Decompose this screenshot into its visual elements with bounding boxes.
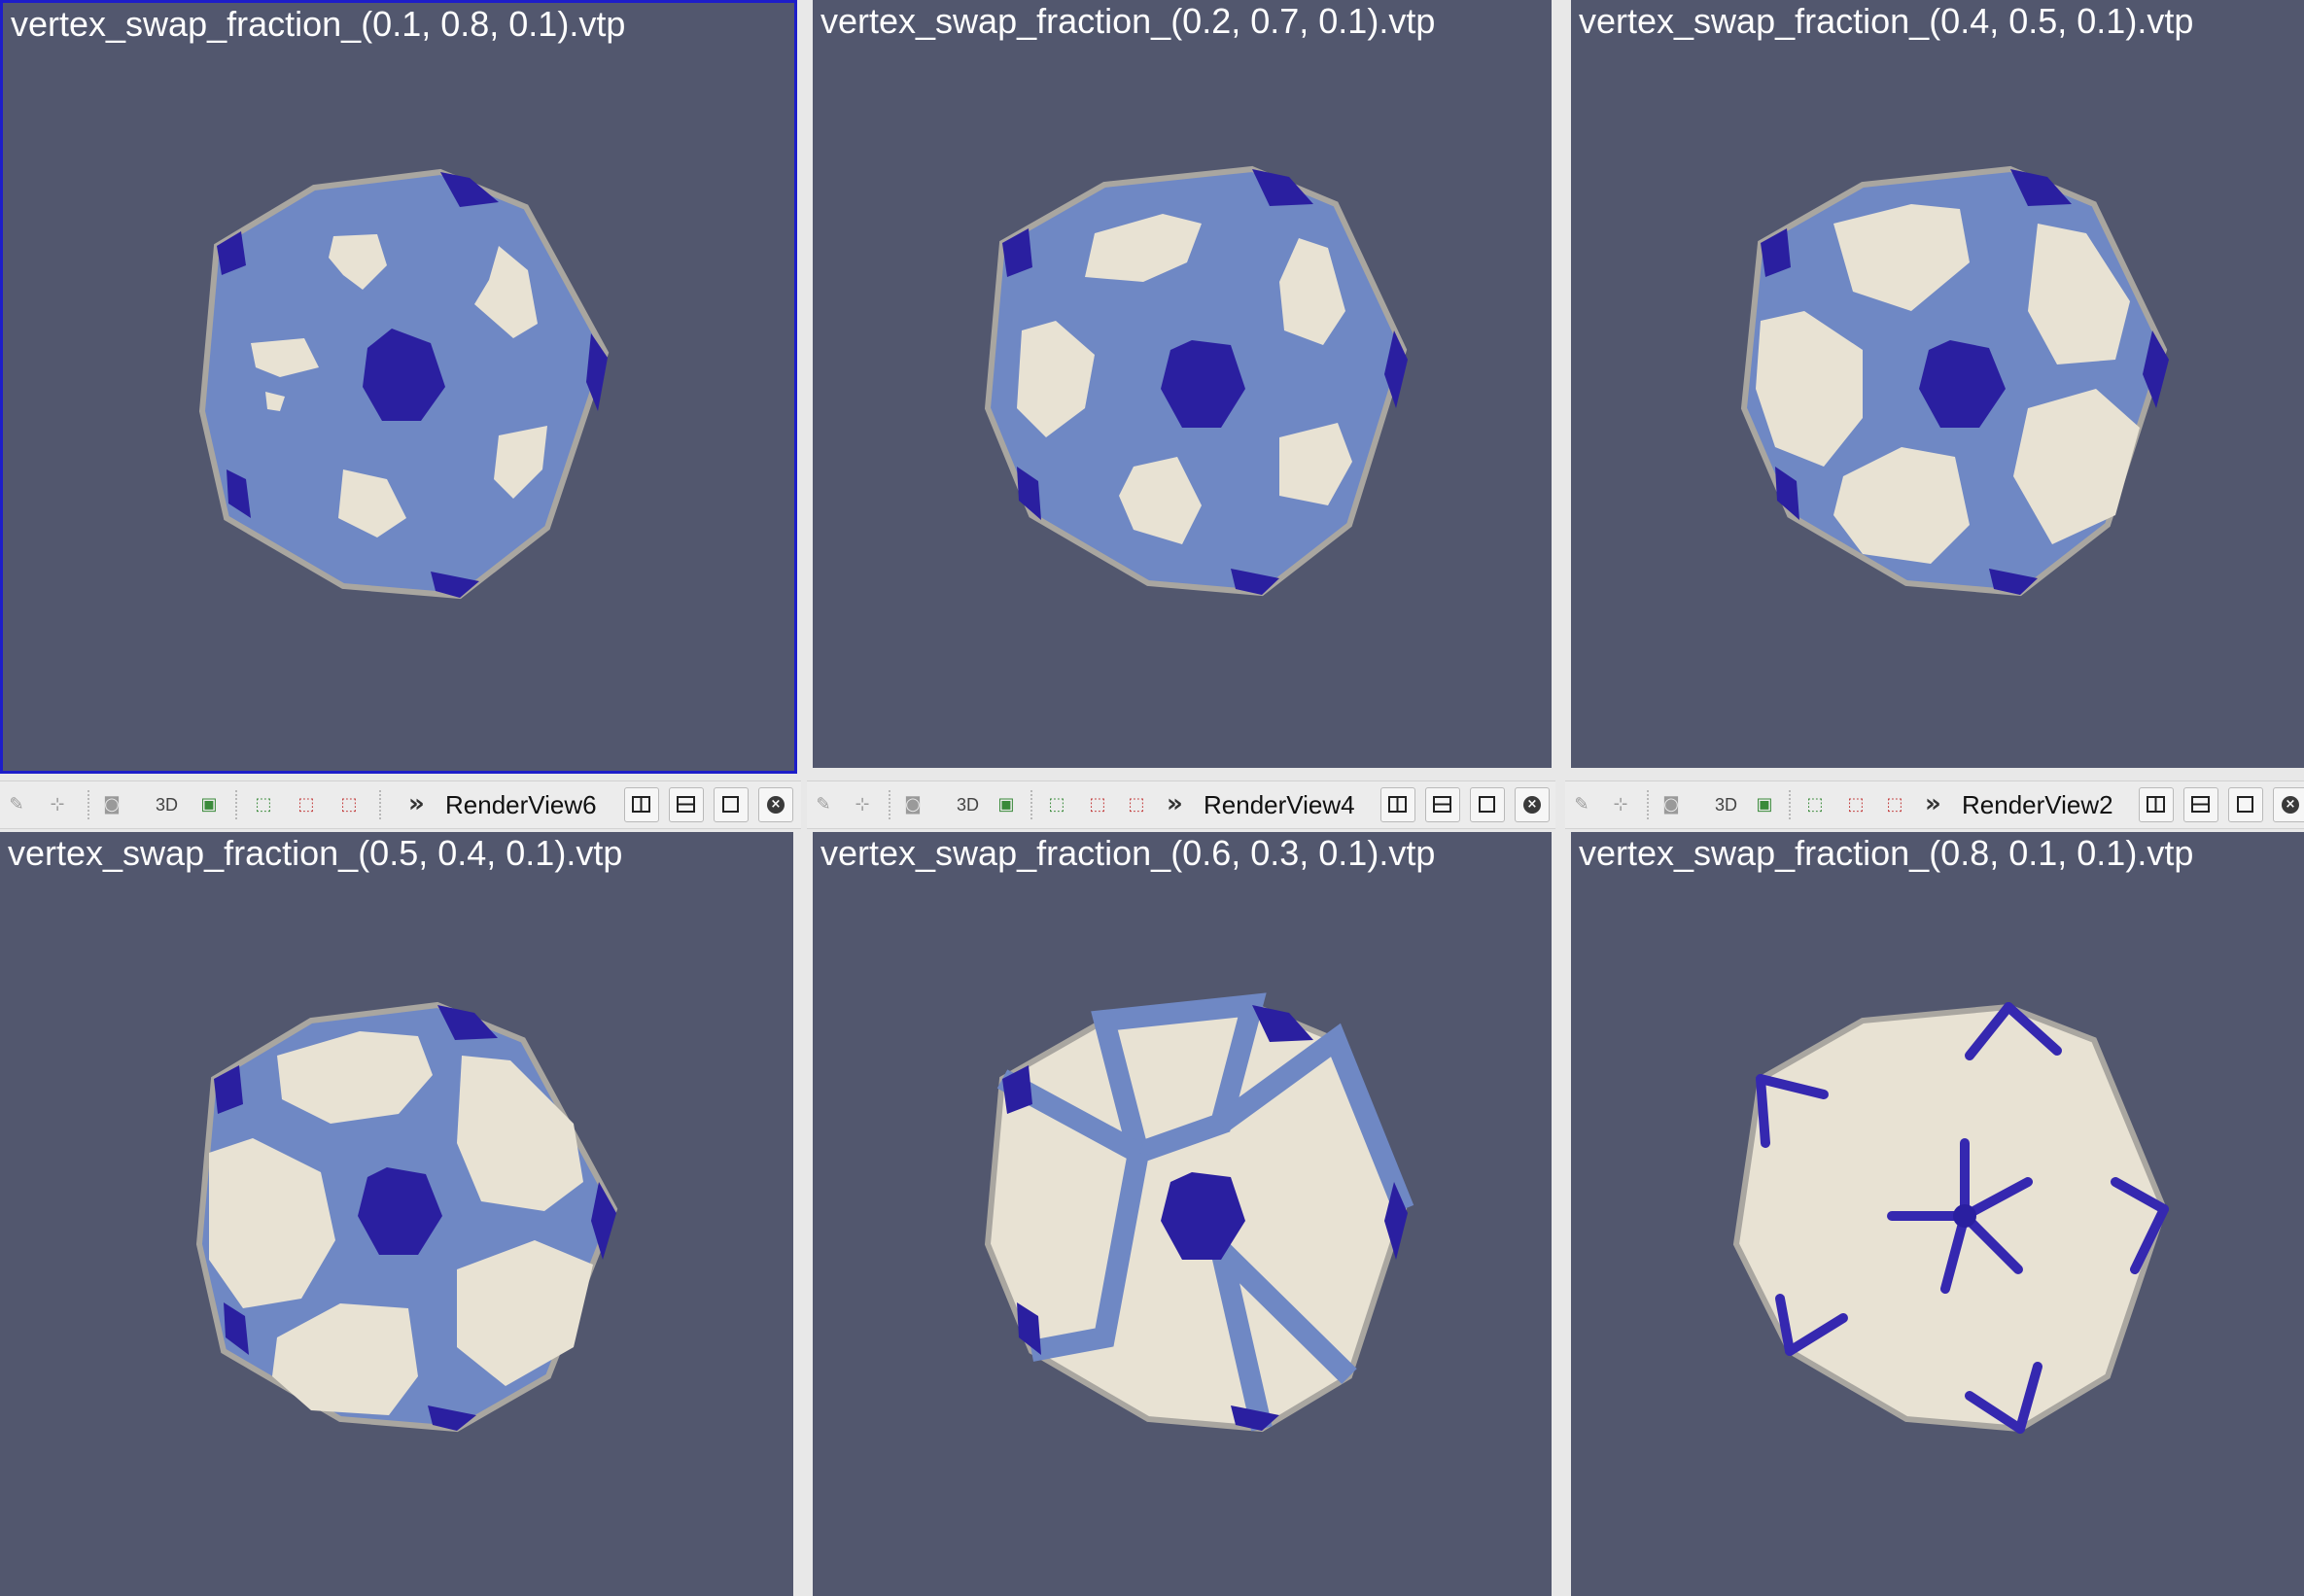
render-view-1[interactable]: vertex_swap_fraction_(0.1, 0.8, 0.1).vtp xyxy=(0,0,797,774)
view-title: vertex_swap_fraction_(0.6, 0.3, 0.1).vtp xyxy=(820,833,1436,873)
interact-icon[interactable]: ✎ xyxy=(811,792,836,817)
select-cells-icon[interactable]: ⬚ xyxy=(1802,792,1828,817)
overflow-chevron-icon[interactable]: » xyxy=(1167,789,1183,818)
select-points-icon[interactable]: ⬚ xyxy=(294,792,319,817)
view-title: vertex_swap_fraction_(0.1, 0.8, 0.1).vtp xyxy=(11,4,626,44)
interact-select-icon[interactable]: ⊹ xyxy=(45,792,70,817)
select-block-icon[interactable]: ⬚ xyxy=(1124,792,1149,817)
toolbar-separator xyxy=(235,790,237,819)
toolbar-separator xyxy=(379,790,381,819)
maximize-icon xyxy=(2237,796,2253,813)
close-view-button[interactable]: × xyxy=(758,787,793,822)
interact-icon[interactable]: ✎ xyxy=(1569,792,1594,817)
select-block-icon[interactable]: ⬚ xyxy=(1882,792,1907,817)
split-vertical-icon xyxy=(1433,796,1451,813)
toolbar-separator xyxy=(1030,790,1032,819)
render-view-toolbar-2: ✎ ⊹ ◙ 3D ▣ ⬚ ⬚ ⬚ » RenderView4 × xyxy=(807,781,1555,829)
toolbar-separator xyxy=(1647,790,1649,819)
render-view-3[interactable]: vertex_swap_fraction_(0.4, 0.5, 0.1).vtp xyxy=(1571,0,2304,768)
split-horizontal-button[interactable] xyxy=(1380,787,1415,822)
split-vertical-button[interactable] xyxy=(669,787,704,822)
sphere-render-6 xyxy=(1732,1002,2169,1434)
close-view-button[interactable]: × xyxy=(1515,787,1550,822)
screenshot-icon[interactable]: ▣ xyxy=(196,792,222,817)
split-horizontal-button[interactable] xyxy=(624,787,659,822)
overflow-chevron-icon[interactable]: » xyxy=(1925,789,1941,818)
view-name-label: RenderView2 xyxy=(1962,790,2113,819)
select-cells-icon[interactable]: ⬚ xyxy=(1044,792,1069,817)
view-name-label: RenderView4 xyxy=(1204,790,1355,819)
split-vertical-icon xyxy=(2191,796,2210,813)
interact-select-icon[interactable]: ⊹ xyxy=(850,792,875,817)
close-view-button[interactable]: × xyxy=(2273,787,2304,822)
sphere-render-4 xyxy=(195,1001,618,1433)
sphere-render-3 xyxy=(1740,165,2169,597)
toolbar-separator xyxy=(1789,790,1791,819)
view-title: vertex_swap_fraction_(0.4, 0.5, 0.1).vtp xyxy=(1579,1,2194,41)
camera-icon[interactable]: ◙ xyxy=(900,792,925,817)
screenshot-icon[interactable]: ▣ xyxy=(1752,792,1777,817)
view-title: vertex_swap_fraction_(0.8, 0.1, 0.1).vtp xyxy=(1579,833,2194,873)
split-horizontal-icon xyxy=(632,796,650,813)
sphere-render-5 xyxy=(984,992,1414,1433)
maximize-icon xyxy=(722,796,739,813)
view-name-label: RenderView6 xyxy=(445,790,597,819)
render-view-5[interactable]: vertex_swap_fraction_(0.6, 0.3, 0.1).vtp xyxy=(813,832,1552,1596)
camera-icon[interactable]: ◙ xyxy=(99,792,124,817)
maximize-button[interactable] xyxy=(714,787,749,822)
toolbar-separator xyxy=(87,790,89,819)
render-view-4[interactable]: vertex_swap_fraction_(0.5, 0.4, 0.1).vtp xyxy=(0,832,793,1596)
close-icon: × xyxy=(1523,796,1541,814)
sphere-render-2 xyxy=(984,165,1408,597)
split-horizontal-icon xyxy=(2147,796,2165,813)
render-view-toolbar-3: ✎ ⊹ ◙ 3D ▣ ⬚ ⬚ ⬚ » RenderView2 × xyxy=(1565,781,2304,829)
select-block-icon[interactable]: ⬚ xyxy=(336,792,362,817)
maximize-icon xyxy=(1479,796,1495,813)
screenshot-icon[interactable]: ▣ xyxy=(994,792,1019,817)
split-vertical-button[interactable] xyxy=(1425,787,1460,822)
view-title: vertex_swap_fraction_(0.2, 0.7, 0.1).vtp xyxy=(820,1,1436,41)
select-points-icon[interactable]: ⬚ xyxy=(1843,792,1868,817)
split-vertical-button[interactable] xyxy=(2183,787,2218,822)
toolbar-separator xyxy=(889,790,890,819)
maximize-button[interactable] xyxy=(2228,787,2263,822)
render-view-toolbar-1: ✎ ⊹ ◙ 3D ▣ ⬚ ⬚ ⬚ » RenderView6 × xyxy=(0,781,801,829)
close-icon: × xyxy=(767,796,785,814)
toggle-3d-button[interactable]: 3D xyxy=(156,793,178,816)
overflow-chevron-icon[interactable]: » xyxy=(408,789,425,818)
render-view-2[interactable]: vertex_swap_fraction_(0.2, 0.7, 0.1).vtp xyxy=(813,0,1552,768)
select-cells-icon[interactable]: ⬚ xyxy=(251,792,276,817)
sphere-render-1 xyxy=(198,168,610,600)
view-title: vertex_swap_fraction_(0.5, 0.4, 0.1).vtp xyxy=(8,833,623,873)
interact-icon[interactable]: ✎ xyxy=(4,792,29,817)
maximize-button[interactable] xyxy=(1470,787,1505,822)
camera-icon[interactable]: ◙ xyxy=(1658,792,1684,817)
split-horizontal-button[interactable] xyxy=(2139,787,2174,822)
select-points-icon[interactable]: ⬚ xyxy=(1085,792,1110,817)
split-vertical-icon xyxy=(677,796,695,813)
toggle-3d-button[interactable]: 3D xyxy=(1715,793,1737,816)
toggle-3d-button[interactable]: 3D xyxy=(957,793,979,816)
render-view-6[interactable]: vertex_swap_fraction_(0.8, 0.1, 0.1).vtp xyxy=(1571,832,2304,1596)
interact-select-icon[interactable]: ⊹ xyxy=(1608,792,1633,817)
split-horizontal-icon xyxy=(1388,796,1407,813)
close-icon: × xyxy=(2282,796,2299,814)
